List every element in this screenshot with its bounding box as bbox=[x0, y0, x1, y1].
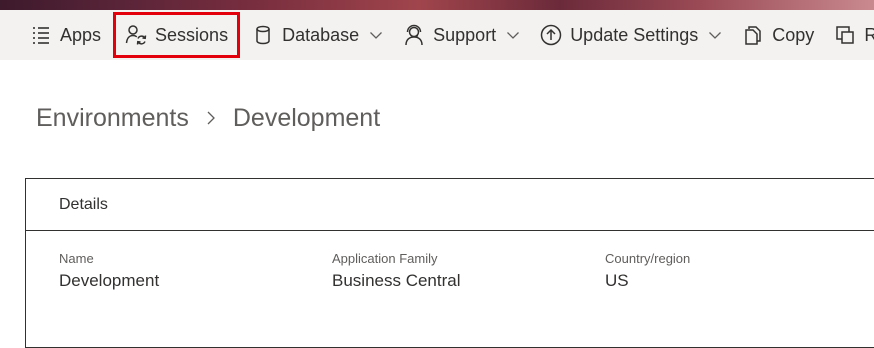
details-title: Details bbox=[59, 195, 108, 213]
field-value: Development bbox=[59, 271, 160, 290]
chevron-down-icon bbox=[370, 32, 383, 39]
field-label: Country/region bbox=[605, 251, 691, 266]
name-field: Name Development bbox=[59, 251, 159, 292]
field-value: Business Central bbox=[332, 271, 461, 290]
support-icon bbox=[405, 24, 423, 46]
breadcrumb-current: Development bbox=[232, 103, 381, 132]
chevron-right-icon bbox=[207, 111, 215, 125]
sessions-icon bbox=[125, 25, 147, 45]
update-arrow-icon bbox=[540, 24, 562, 46]
database-icon bbox=[256, 25, 270, 45]
database-label: Database bbox=[282, 24, 360, 45]
breadcrumb-parent-link[interactable]: Environments bbox=[36, 104, 189, 133]
rename-label: Re bbox=[864, 24, 874, 45]
sessions-button[interactable]: Sessions bbox=[111, 10, 242, 60]
field-value: US bbox=[605, 271, 629, 290]
apps-label: Apps bbox=[60, 24, 102, 45]
update-settings-label: Update Settings bbox=[570, 24, 699, 45]
apps-button[interactable]: Apps bbox=[0, 10, 111, 60]
application-family-field: Application Family Business Central bbox=[332, 251, 461, 292]
rename-button[interactable]: Re bbox=[824, 10, 874, 60]
top-banner bbox=[0, 0, 874, 10]
command-bar: Apps Sessions Database Support Update Se… bbox=[0, 10, 874, 60]
chevron-down-icon bbox=[709, 32, 722, 39]
support-menu[interactable]: Support bbox=[393, 10, 530, 60]
sessions-label: Sessions bbox=[155, 24, 229, 45]
field-label: Application Family bbox=[332, 251, 438, 266]
details-card: Details Name Development Application Fam… bbox=[25, 178, 874, 348]
update-settings-menu[interactable]: Update Settings bbox=[530, 10, 732, 60]
copy-label: Copy bbox=[772, 24, 815, 45]
copy-button[interactable]: Copy bbox=[732, 10, 824, 60]
support-label: Support bbox=[433, 24, 497, 45]
chevron-down-icon bbox=[507, 32, 520, 39]
field-label: Name bbox=[59, 251, 94, 266]
database-menu[interactable]: Database bbox=[242, 10, 393, 60]
rename-icon bbox=[836, 26, 855, 44]
details-header: Details bbox=[26, 179, 874, 231]
breadcrumb: Environments Development bbox=[36, 100, 380, 136]
apps-list-icon bbox=[33, 27, 49, 44]
copy-icon bbox=[745, 26, 762, 45]
country-region-field: Country/region US bbox=[605, 251, 690, 292]
